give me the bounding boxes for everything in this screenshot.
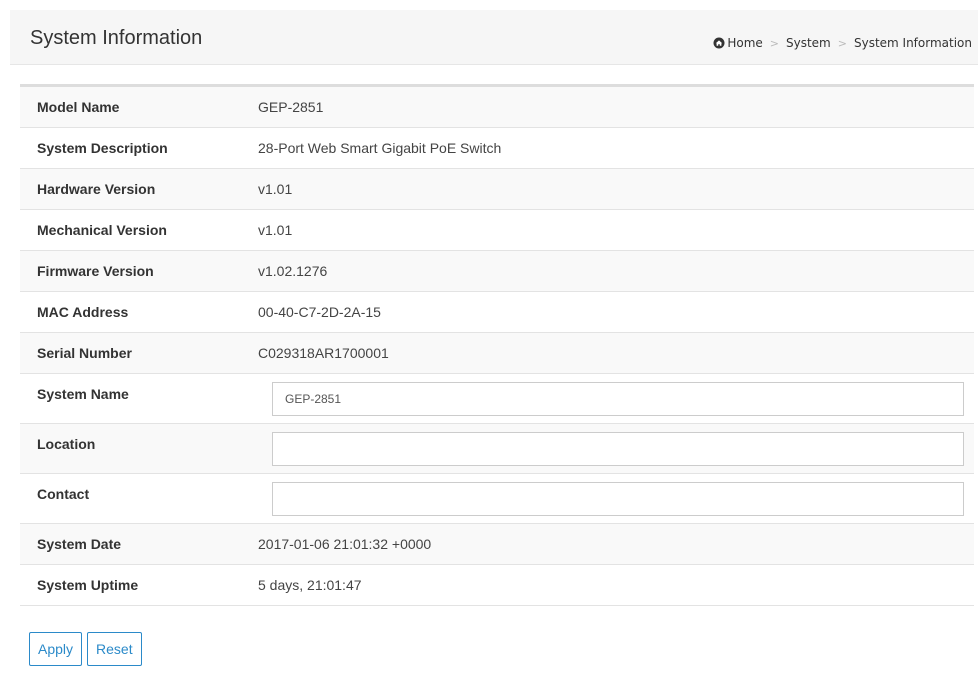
table-row: MAC Address 00-40-C7-2D-2A-15 <box>20 292 974 333</box>
system-date-label: System Date <box>37 536 122 552</box>
breadcrumb: Home > System > System Information <box>713 36 972 50</box>
system-description-value: 28-Port Web Smart Gigabit PoE Switch <box>258 140 502 156</box>
breadcrumb-home-link[interactable]: Home <box>727 36 762 50</box>
system-name-label: System Name <box>37 386 129 402</box>
location-input[interactable] <box>272 432 964 466</box>
contact-cell <box>250 474 974 516</box>
contact-label: Contact <box>37 486 90 502</box>
system-description-label: System Description <box>37 140 168 156</box>
form-buttons: Apply Reset <box>29 632 142 666</box>
system-uptime-label: System Uptime <box>37 577 139 593</box>
apply-button[interactable]: Apply <box>29 632 83 666</box>
serial-number-value: C029318AR1700001 <box>258 345 389 361</box>
breadcrumb-separator: > <box>837 36 847 50</box>
mechanical-version-value: v1.01 <box>258 222 293 238</box>
table-row: Contact <box>20 474 974 524</box>
system-uptime-value: 5 days, 21:01:47 <box>258 577 362 593</box>
hardware-version-value: v1.01 <box>258 181 293 197</box>
reset-button[interactable]: Reset <box>87 632 142 666</box>
table-row: System Name <box>20 374 974 424</box>
location-label: Location <box>37 436 96 452</box>
page-title: System Information <box>30 27 203 49</box>
system-date-value: 2017-01-06 21:01:32 +0000 <box>258 536 432 552</box>
contact-input[interactable] <box>272 482 964 516</box>
home-icon <box>713 37 725 49</box>
breadcrumb-separator: > <box>769 36 779 50</box>
table-row: Firmware Version v1.02.1276 <box>20 251 974 292</box>
table-row: Model Name GEP-2851 <box>20 87 974 128</box>
table-row: System Date 2017-01-06 21:01:32 +0000 <box>20 524 974 565</box>
firmware-version-value: v1.02.1276 <box>258 263 328 279</box>
mac-address-label: MAC Address <box>37 304 129 320</box>
model-name-label: Model Name <box>37 99 120 115</box>
location-cell <box>250 424 974 466</box>
table-row: System Description 28-Port Web Smart Gig… <box>20 128 974 169</box>
firmware-version-label: Firmware Version <box>37 263 154 279</box>
system-info-table: Model Name GEP-2851 System Description 2… <box>20 84 974 606</box>
page-header: System Information Home > System > Syste… <box>10 10 978 65</box>
table-row: System Uptime 5 days, 21:01:47 <box>20 565 974 606</box>
page: System Information Home > System > Syste… <box>0 0 978 675</box>
hardware-version-label: Hardware Version <box>37 181 156 197</box>
breadcrumb-current: System Information <box>853 36 972 50</box>
serial-number-label: Serial Number <box>37 345 132 361</box>
mac-address-value: 00-40-C7-2D-2A-15 <box>258 304 381 320</box>
table-row: Serial Number C029318AR1700001 <box>20 333 974 374</box>
system-name-cell <box>250 374 974 416</box>
model-name-value: GEP-2851 <box>258 99 324 115</box>
table-row: Mechanical Version v1.01 <box>20 210 974 251</box>
table-row: Hardware Version v1.01 <box>20 169 974 210</box>
table-row: Location <box>20 424 974 474</box>
mechanical-version-label: Mechanical Version <box>37 222 167 238</box>
system-name-input[interactable] <box>272 382 964 416</box>
breadcrumb-system-link[interactable]: System <box>786 36 831 50</box>
